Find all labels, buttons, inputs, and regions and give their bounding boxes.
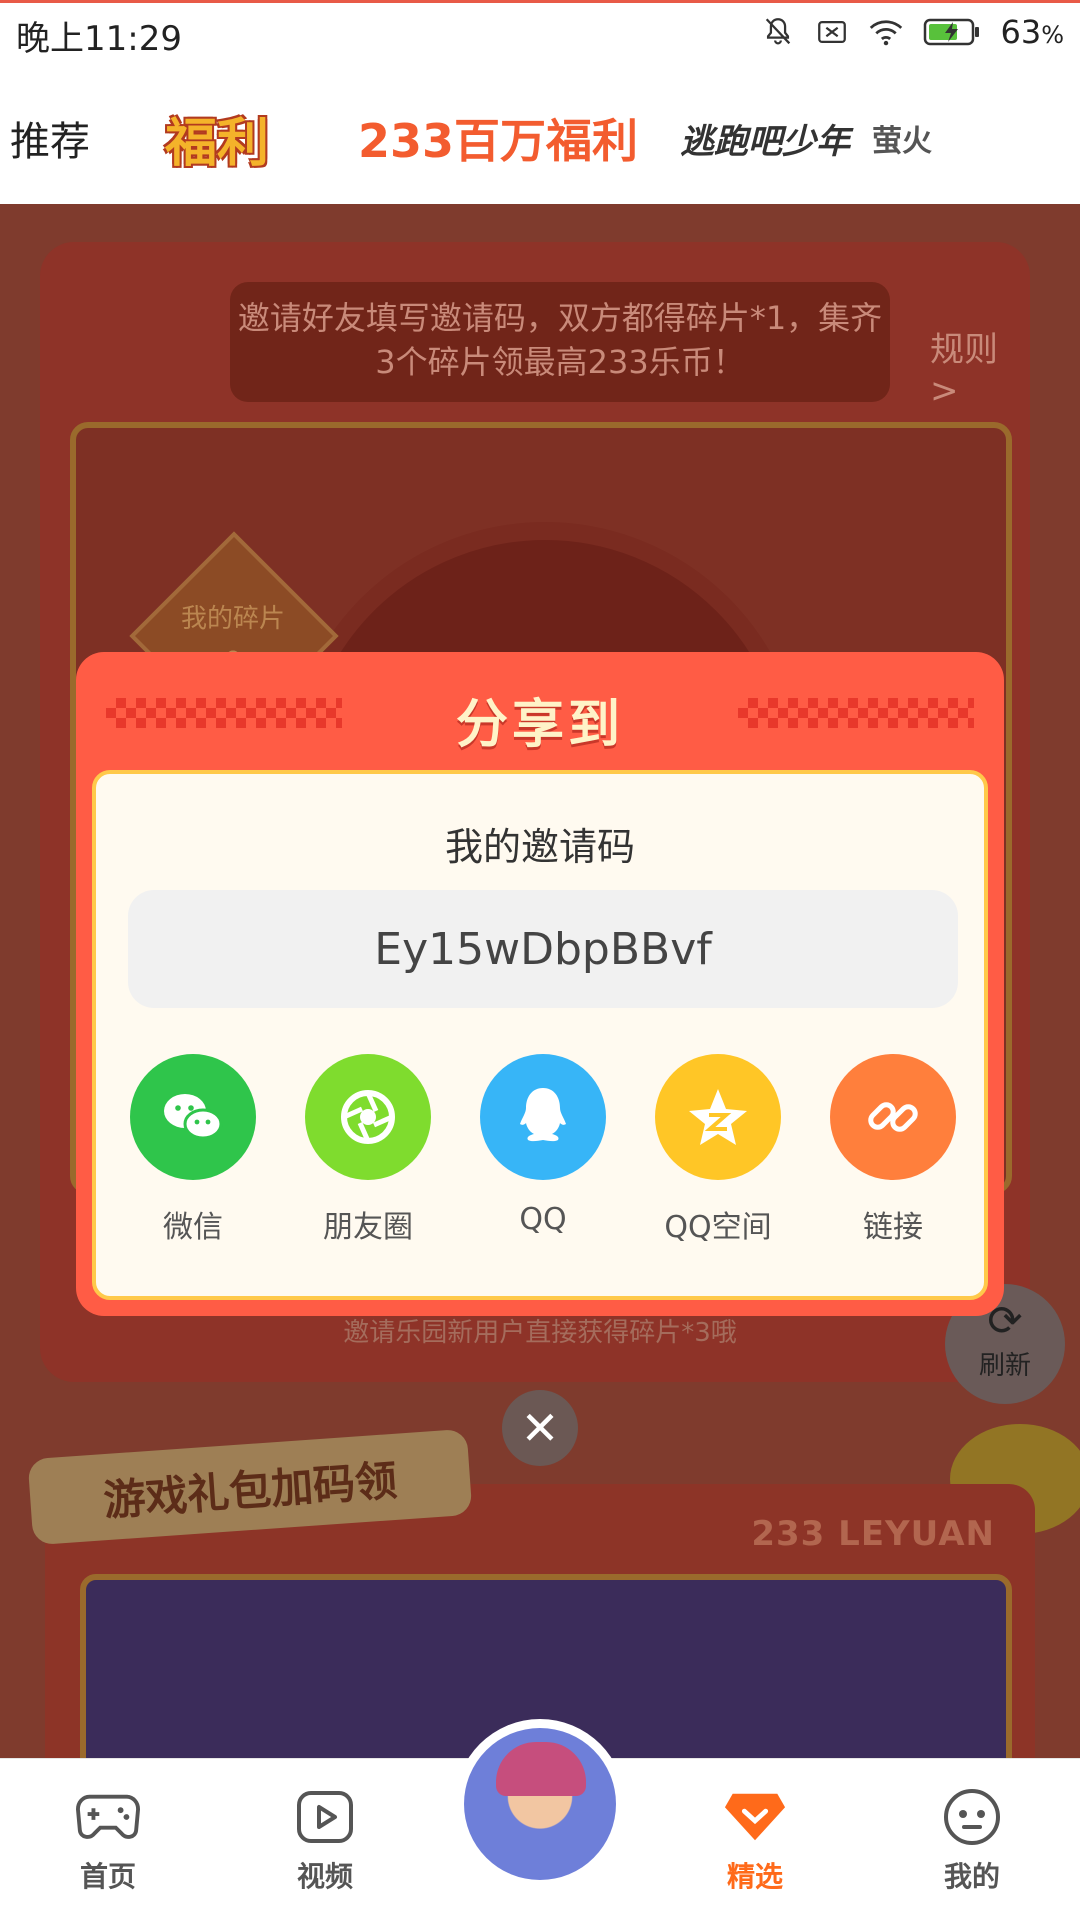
battery-percent: 63% bbox=[1000, 13, 1064, 51]
tab-233-million-welfare[interactable]: 233百万福利 bbox=[358, 106, 638, 170]
qzone-icon bbox=[655, 1054, 781, 1180]
share-qq-label: QQ bbox=[519, 1202, 567, 1237]
status-icons: 63% bbox=[760, 13, 1064, 51]
invite-code-title: 我的邀请码 bbox=[444, 825, 635, 869]
avatar-hair bbox=[496, 1742, 586, 1796]
share-link-label: 链接 bbox=[863, 1210, 923, 1245]
tab-yinghuo[interactable]: 萤火 bbox=[872, 106, 932, 170]
nav-home[interactable]: 首页 bbox=[38, 1785, 178, 1895]
status-time: 晚上11:29 bbox=[16, 19, 182, 59]
share-wechat-label: 微信 bbox=[163, 1210, 223, 1245]
share-dialog-body: 我的邀请码 Ey15wDbpBBvf 微信 朋友圈 QQ QQ空间 链接 bbox=[92, 770, 988, 1300]
status-bar: 晚上11:29 63% bbox=[0, 0, 1080, 66]
moments-icon bbox=[305, 1054, 431, 1180]
nav-selected[interactable]: 精选 bbox=[685, 1785, 825, 1895]
tab-recommend[interactable]: 推荐 bbox=[10, 106, 90, 170]
nav-selected-label: 精选 bbox=[726, 1860, 783, 1893]
wechat-icon bbox=[130, 1054, 256, 1180]
share-dialog: 分享到 我的邀请码 Ey15wDbpBBvf 微信 朋友圈 QQ QQ空间 链接 bbox=[76, 652, 1004, 1316]
share-qzone-button[interactable]: QQ空间 bbox=[653, 1054, 783, 1246]
my-fragment-label: 我的碎片 bbox=[180, 604, 285, 634]
share-options: 微信 朋友圈 QQ QQ空间 链接 bbox=[128, 1054, 958, 1246]
no-sim-icon bbox=[814, 14, 850, 50]
center-avatar-button[interactable] bbox=[455, 1719, 625, 1889]
bottom-navigation: 首页 视频 精选 我的 bbox=[0, 1719, 1080, 1921]
invite-tip: 邀请乐园新用户直接获得碎片*3哦 bbox=[343, 1318, 737, 1348]
profile-face-icon bbox=[940, 1785, 1004, 1849]
nav-video-label: 视频 bbox=[296, 1860, 353, 1893]
share-dialog-title: 分享到 bbox=[455, 695, 624, 755]
gamepad-icon bbox=[76, 1785, 140, 1849]
share-link-button[interactable]: 链接 bbox=[828, 1054, 958, 1246]
tab-fuli[interactable]: 福利 bbox=[165, 106, 269, 174]
wifi-icon bbox=[868, 14, 904, 50]
nav-mine[interactable]: 我的 bbox=[902, 1785, 1042, 1895]
nav-home-label: 首页 bbox=[79, 1860, 136, 1893]
share-moments-button[interactable]: 朋友圈 bbox=[303, 1054, 433, 1246]
share-qzone-label: QQ空间 bbox=[664, 1210, 772, 1245]
battery-charging-icon bbox=[922, 14, 982, 50]
leyuan-text: 233 LEYUAN bbox=[751, 1514, 995, 1554]
rules-banner: 邀请好友填写邀请码，双方都得碎片*1，集齐3个碎片领最高233乐币！ bbox=[230, 282, 890, 402]
link-icon bbox=[830, 1054, 956, 1180]
share-moments-label: 朋友圈 bbox=[323, 1210, 413, 1245]
top-tab-bar: 推荐 福利 233百万福利 逃跑吧少年 萤火 bbox=[0, 66, 1080, 205]
share-wechat-button[interactable]: 微信 bbox=[128, 1054, 258, 1246]
tab-taopao-game[interactable]: 逃跑吧少年 bbox=[680, 106, 850, 170]
close-dialog-button[interactable]: ✕ bbox=[502, 1390, 578, 1466]
close-icon: ✕ bbox=[520, 1401, 560, 1455]
mute-bell-icon bbox=[760, 14, 796, 50]
refresh-label: 刷新 bbox=[978, 1351, 1031, 1381]
nav-mine-label: 我的 bbox=[943, 1860, 1000, 1893]
invite-code-box[interactable]: Ey15wDbpBBvf bbox=[128, 890, 958, 1008]
rules-link[interactable]: 规则 > bbox=[930, 322, 1030, 411]
selected-diamond-icon bbox=[723, 1785, 787, 1849]
qq-icon bbox=[480, 1054, 606, 1180]
share-qq-button[interactable]: QQ bbox=[478, 1054, 608, 1246]
nav-video[interactable]: 视频 bbox=[255, 1785, 395, 1895]
avatar bbox=[464, 1728, 616, 1880]
play-icon bbox=[293, 1785, 357, 1849]
